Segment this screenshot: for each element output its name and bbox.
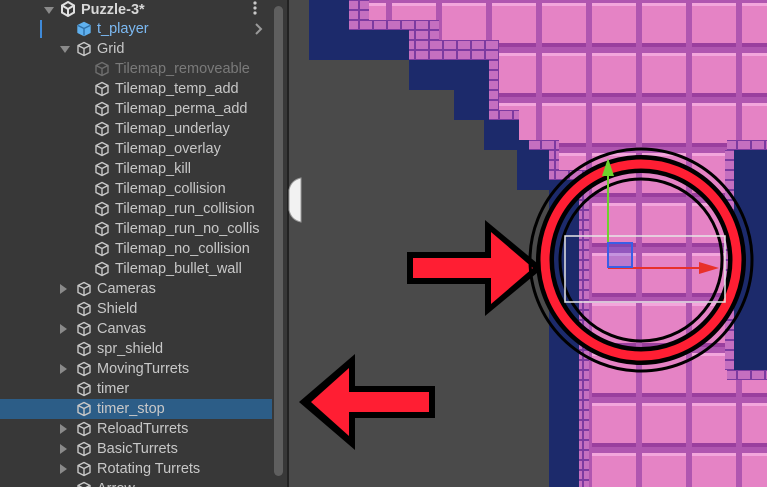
hierarchy-item-rotating-turrets[interactable]: Rotating Turrets	[0, 459, 272, 479]
gameobject-cube-icon	[77, 421, 91, 437]
hierarchy-item-label: Tilemap_bullet_wall	[115, 261, 242, 277]
hierarchy-item-tilemap-perma-add[interactable]: Tilemap_perma_add	[0, 99, 272, 119]
gameobject-cube-icon	[95, 61, 109, 77]
foldout-closed-arrow[interactable]	[60, 284, 67, 294]
more-options-icon[interactable]	[248, 0, 262, 18]
gameobject-cube-icon	[77, 301, 91, 317]
hierarchy-item-tilemap-no-collision[interactable]: Tilemap_no_collision	[0, 239, 272, 259]
hierarchy-item-movingturrets[interactable]: MovingTurrets	[0, 359, 272, 379]
scene-header-row[interactable]: Puzzle-3*	[0, 0, 272, 20]
hierarchy-item-label: Tilemap_collision	[115, 181, 226, 197]
gameobject-cube-icon	[77, 321, 91, 337]
hierarchy-item-shield[interactable]: Shield	[0, 299, 272, 319]
gameobject-cube-icon	[95, 101, 109, 117]
foldout-closed-arrow[interactable]	[60, 424, 67, 434]
gameobject-cube-icon	[77, 401, 91, 417]
gameobject-cube-icon	[95, 201, 109, 217]
hierarchy-item-reloadturrets[interactable]: ReloadTurrets	[0, 419, 272, 439]
gameobject-cube-icon	[95, 181, 109, 197]
hierarchy-item-tilemap-bullet-wall[interactable]: Tilemap_bullet_wall	[0, 259, 272, 279]
hierarchy-item-label: BasicTurrets	[97, 441, 178, 457]
hierarchy-item-canvas[interactable]: Canvas	[0, 319, 272, 339]
gameobject-cube-icon	[95, 221, 109, 237]
hierarchy-item-tilemap-run-no-collis[interactable]: Tilemap_run_no_collis	[0, 219, 272, 239]
hierarchy-item-label: Tilemap_run_collision	[115, 201, 255, 217]
foldout-closed-arrow[interactable]	[60, 324, 67, 334]
unity-scene-icon	[61, 1, 75, 17]
hierarchy-item-label: Tilemap_overlay	[115, 141, 221, 157]
foldout-closed-arrow[interactable]	[60, 364, 67, 374]
hierarchy-item-label: Cameras	[97, 281, 156, 297]
foldout-closed-arrow[interactable]	[60, 464, 67, 474]
gameobject-cube-icon	[77, 361, 91, 377]
hierarchy-item-label: t_player	[97, 21, 149, 37]
foldout-closed-arrow[interactable]	[60, 444, 67, 454]
hierarchy-item-tilemap-run-collision[interactable]: Tilemap_run_collision	[0, 199, 272, 219]
hierarchy-item-label: timer_stop	[97, 401, 165, 417]
scene-view[interactable]	[289, 0, 767, 487]
scene-foldout-arrow[interactable]	[44, 7, 54, 14]
hierarchy-item-label: Canvas	[97, 321, 147, 337]
hierarchy-item-label: Arrow	[97, 480, 135, 487]
hierarchy-item-timer-stop[interactable]: timer_stop	[0, 399, 272, 419]
scene-name: Puzzle-3*	[81, 2, 145, 18]
gameobject-cube-icon	[77, 481, 91, 487]
hierarchy-item-cameras[interactable]: Cameras	[0, 279, 272, 299]
hierarchy-item-label: Rotating Turrets	[97, 461, 201, 477]
hierarchy-panel: Puzzle-3* t_player Grid Tilemap_removeable…	[0, 0, 287, 487]
gameobject-cube-icon	[95, 161, 109, 177]
hierarchy-item-arrow[interactable]: Arrow	[0, 479, 272, 487]
chevron-right-icon[interactable]	[254, 22, 264, 36]
hierarchy-item-tilemap-kill[interactable]: Tilemap_kill	[0, 159, 272, 179]
hierarchy-item-tilemap-underlay[interactable]: Tilemap_underlay	[0, 119, 272, 139]
gameobject-cube-icon	[95, 241, 109, 257]
gameobject-cube-icon	[95, 81, 109, 97]
prefab-cube-icon	[77, 21, 91, 37]
gameobject-cube-icon	[95, 261, 109, 277]
hierarchy-item-label: Tilemap_temp_add	[115, 81, 239, 97]
hierarchy-item-spr-shield[interactable]: spr_shield	[0, 339, 272, 359]
gameobject-cube-icon	[77, 441, 91, 457]
hierarchy-item-label: Grid	[97, 41, 125, 57]
hierarchy-item-tilemap-temp-add[interactable]: Tilemap_temp_add	[0, 79, 272, 99]
hierarchy-item-label: Shield	[97, 301, 138, 317]
hierarchy-item-timer[interactable]: timer	[0, 379, 272, 399]
gameobject-cube-icon	[77, 341, 91, 357]
hierarchy-item-basicturrets[interactable]: BasicTurrets	[0, 439, 272, 459]
hierarchy-item-label: Tilemap_underlay	[115, 121, 230, 137]
gameobject-cube-icon	[77, 381, 91, 397]
hierarchy-item-tilemap-collision[interactable]: Tilemap_collision	[0, 179, 272, 199]
hierarchy-item-t-player[interactable]: t_player	[0, 19, 272, 39]
gameobject-cube-icon	[95, 121, 109, 137]
foldout-open-arrow[interactable]	[60, 46, 70, 53]
scrollbar-thumb[interactable]	[274, 6, 283, 476]
hierarchy-item-tilemap-removeable[interactable]: Tilemap_removeable	[0, 59, 272, 79]
panel-resize-handle[interactable]	[287, 176, 303, 224]
hierarchy-item-label: ReloadTurrets	[97, 421, 189, 437]
gameobject-cube-icon	[95, 141, 109, 157]
gameobject-cube-icon	[77, 41, 91, 57]
hierarchy-item-label: Tilemap_run_no_collis	[115, 221, 260, 237]
gameobject-cube-icon	[77, 461, 91, 477]
hierarchy-item-label: Tilemap_removeable	[115, 61, 250, 77]
hierarchy-item-label: Tilemap_no_collision	[115, 241, 250, 257]
hierarchy-item-label: spr_shield	[97, 341, 164, 357]
hierarchy-item-label: timer	[97, 381, 130, 397]
hierarchy-item-label: MovingTurrets	[97, 361, 190, 377]
hierarchy-item-grid[interactable]: Grid	[0, 39, 272, 59]
hierarchy-item-tilemap-overlay[interactable]: Tilemap_overlay	[0, 139, 272, 159]
scene-canvas[interactable]	[289, 0, 767, 487]
gameobject-cube-icon	[77, 281, 91, 297]
hierarchy-item-label: Tilemap_perma_add	[115, 101, 248, 117]
gizmo-xy-plane	[607, 242, 633, 268]
hierarchy-item-label: Tilemap_kill	[115, 161, 192, 177]
